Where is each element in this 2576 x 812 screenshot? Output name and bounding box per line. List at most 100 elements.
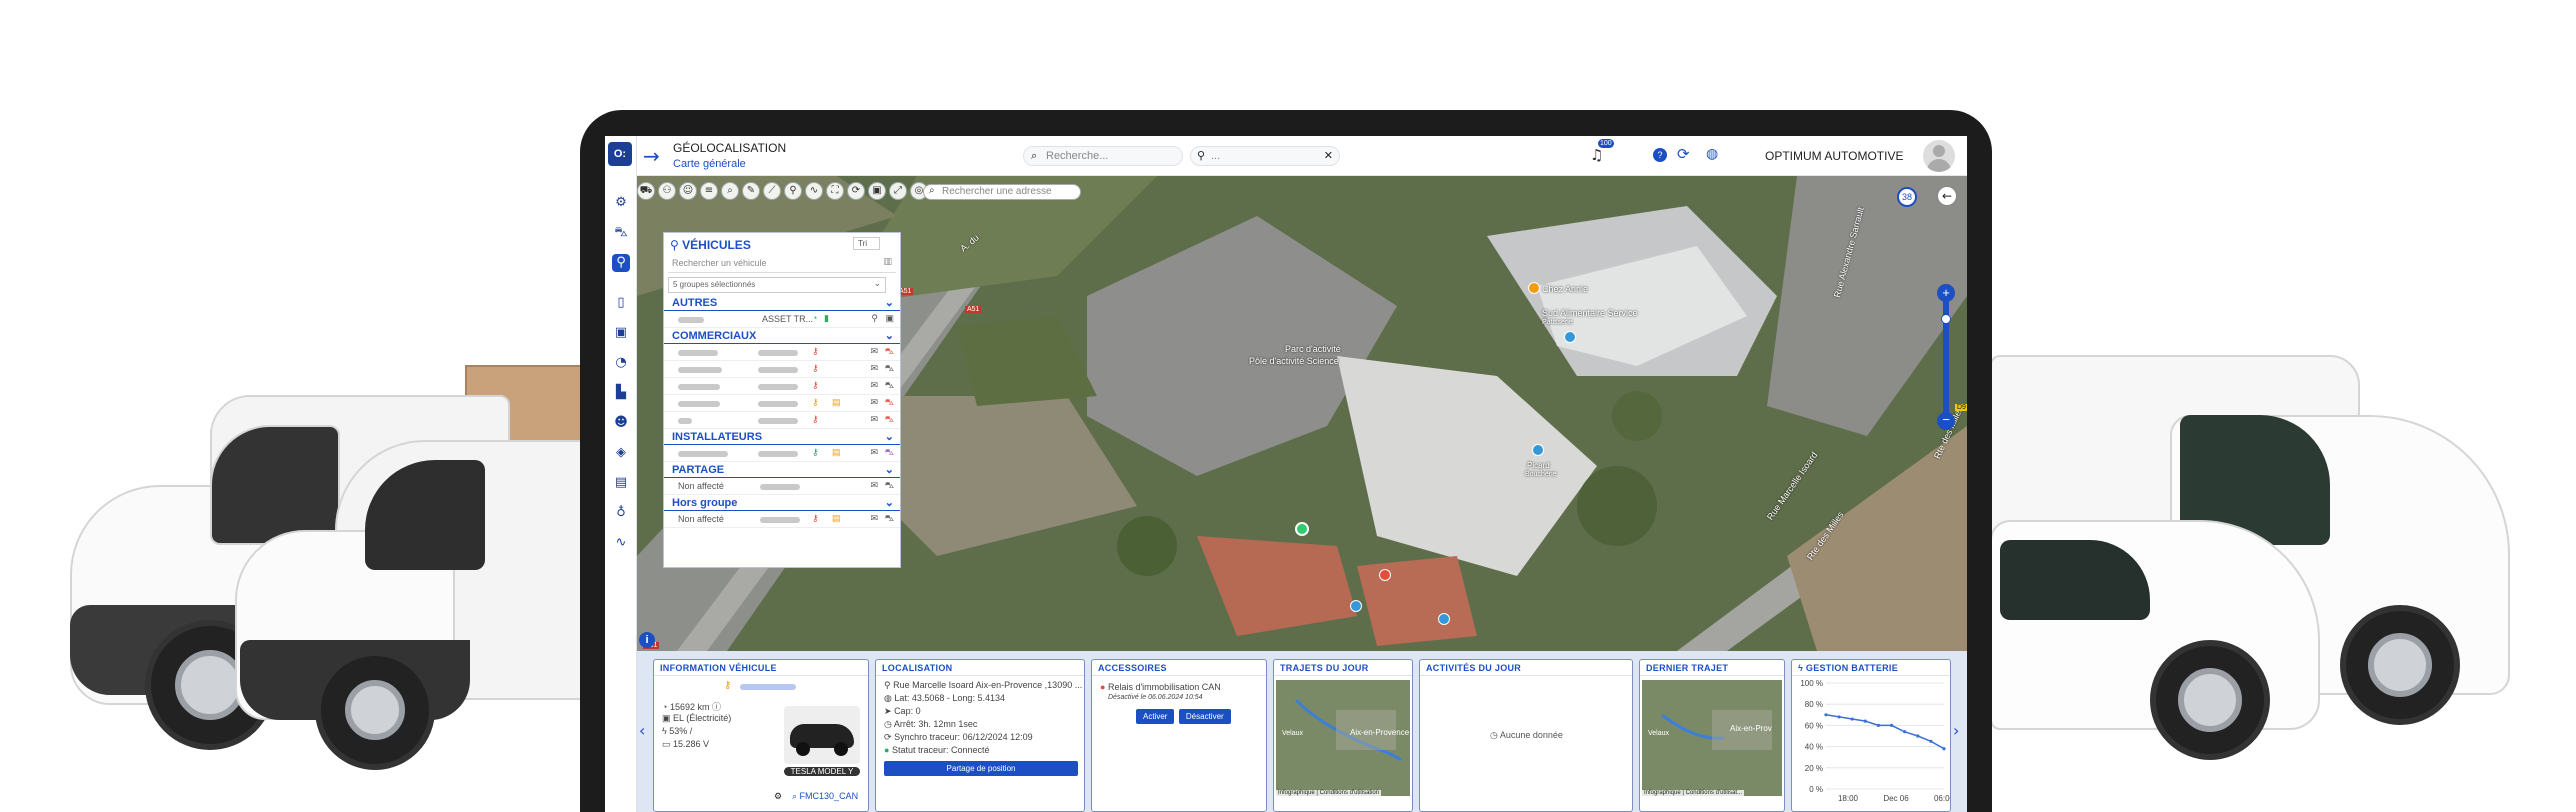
fullscreen-tool-icon[interactable]: ⤢ [889,182,907,200]
back-icon[interactable]: ← [1937,186,1957,206]
mail-icon[interactable]: ✉ [870,397,878,408]
route-tool-icon[interactable]: ∿ [805,182,823,200]
arrow-right-icon[interactable]: → [643,144,660,168]
vehicle-row[interactable]: Non affecté ⚷ ▤ ✉ ⛍ [664,511,900,528]
print-tool-icon[interactable]: ▣ [868,182,886,200]
analytics-icon[interactable]: ∿ [612,534,630,552]
mail-icon[interactable]: ✉ [870,363,878,374]
zoom-handle[interactable] [1941,314,1951,324]
trash-icon[interactable]: ▥ [883,257,892,267]
group-hors-groupe[interactable]: Hors groupe ⌄ [664,495,900,511]
map-marker-shop[interactable] [1564,331,1576,343]
data-point [1863,719,1867,723]
bell-icon[interactable]: ♫ [1590,146,1603,164]
location-input[interactable]: ⚲ ... ✕ [1190,146,1340,166]
mail-icon[interactable]: ✉ [870,414,878,425]
avatar[interactable] [1923,140,1955,172]
car-icon: ⛍ [884,447,894,457]
measure-tool-icon[interactable]: ⟋ [763,182,781,200]
car-icon[interactable]: ⛍ [612,224,630,242]
card-title: ACCESSOIRES [1092,660,1266,676]
close-icon[interactable]: ✕ [1324,149,1333,162]
chart-icon[interactable]: ▙ [612,384,630,402]
settings-icon[interactable]: ⚙ [774,791,782,802]
users-icon[interactable]: ☻ [612,414,630,432]
note-icon[interactable]: ▤ [832,397,841,408]
vehicle-row[interactable]: ⚷ ▤ ✉ ⛍ [664,445,900,462]
clock-icon: ◷ [1490,730,1498,740]
vehicle-row[interactable]: ⚷ ✉ ⛍ [664,344,900,361]
help-icon[interactable]: ? [1653,148,1667,162]
phone-icon[interactable]: ▯ [612,294,630,312]
mail-icon[interactable]: ✉ [870,447,878,458]
vehicle-row[interactable]: Non affecté ✉ ⛍ [664,478,900,495]
sync-tool-icon[interactable]: ⟳ [847,182,865,200]
search-input[interactable]: ⌕ Recherche... [1023,146,1183,166]
mail-icon[interactable]: ✉ [870,480,878,491]
pin-tool-icon[interactable]: ⚲ [784,182,802,200]
box-icon[interactable]: ▣ [885,313,894,324]
tracker-id[interactable]: ⌕ FMC130_CAN [792,791,858,802]
globe-icon[interactable]: ◍ [1706,146,1718,162]
map-marker-picard[interactable] [1532,444,1544,456]
document-icon[interactable]: ▤ [612,474,630,492]
map-pin-icon: ⚲ [884,680,891,690]
address-search-input[interactable]: ⌕ Rechercher une adresse [923,184,1081,200]
activate-button[interactable]: Activer [1136,709,1175,724]
chevron-down-icon: ⌄ [884,497,894,509]
deactivate-button[interactable]: Désactiver [1178,709,1231,724]
last-trip-minimap[interactable]: Aix-en-Prov Velaux Infographique | Condi… [1642,680,1782,796]
vehicle-row[interactable]: ⚷ ✉ ⛍ [664,361,900,378]
vehicle-marker[interactable] [1295,522,1309,536]
map-marker-restaurant[interactable] [1528,282,1540,294]
zoom-slider[interactable] [1943,291,1949,421]
lightbulb-icon[interactable]: ♁ [612,504,630,522]
group-filter-select[interactable]: 5 groupes sélectionnés ⌄ [668,277,886,293]
briefcase-icon[interactable]: ▣ [612,324,630,342]
group-partage[interactable]: PARTAGE ⌄ [664,462,900,478]
card-battery: ϟ GESTION BATTERIE 100 % 80 % 60 % 40 % 20 %… [1791,659,1951,812]
mail-icon[interactable]: ✉ [870,513,878,524]
vehicle-search-input[interactable]: Rechercher un véhicule ▥ [668,255,896,273]
next-arrow[interactable]: › [1953,721,1959,740]
app-logo[interactable]: O: [608,142,632,166]
user-tool-icon[interactable]: ☺ [679,182,697,200]
notification-badge: 100 [1598,139,1614,148]
mail-icon[interactable]: ✉ [870,380,878,391]
vehicle-row[interactable]: ⚷ ▤ ✉ ⛍ [664,395,900,412]
group-commerciaux[interactable]: COMMERCIAUX ⌄ [664,328,900,344]
vehicle-row[interactable]: ASSET TR... ◔ ▮ ⚲ ▣ [664,311,900,328]
group-tool-icon[interactable]: ⚇ [658,182,676,200]
sort-select[interactable]: Tri [852,237,880,250]
zoom-out-button[interactable]: − [1937,412,1955,430]
truck-tool-icon[interactable]: ⛟ [637,182,655,200]
map-marker-building[interactable] [1350,600,1362,612]
search-tool-icon[interactable]: ⌕ [721,182,739,200]
edit-tool-icon[interactable]: ✎ [742,182,760,200]
info-icon[interactable]: ⓘ [712,702,721,712]
pin-icon[interactable]: ⚲ [871,313,878,324]
map-pin-nav-icon[interactable]: ⚲ [612,254,630,272]
zoom-in-button[interactable]: + [1937,284,1955,302]
gauge-icon[interactable]: ◔ [612,354,630,372]
refresh-icon[interactable]: ⟳ [1677,145,1690,163]
vehicle-row[interactable]: ⚷ ✉ ⛍ [664,412,900,429]
trips-minimap[interactable]: Aix-en-Provence Velaux Infographique | C… [1276,680,1410,796]
note-icon[interactable]: ▤ [832,513,841,524]
group-autres[interactable]: AUTRES ⌄ [664,295,900,311]
note-icon[interactable]: ▤ [832,447,841,458]
sidebar: O: ⚙ ⛍ ⚲ ▯ ▣ ◔ ▙ ☻ ◈ ▤ ♁ ∿ [605,136,637,812]
prev-arrow[interactable]: ‹ [639,721,645,740]
poi-tool-icon[interactable]: ⛶ [826,182,844,200]
car-icon: ⛍ [884,397,894,407]
layers-tool-icon[interactable]: ≡ [700,182,718,200]
share-position-button[interactable]: Partage de position [884,761,1078,776]
map-marker-building-2[interactable] [1438,613,1450,625]
map-marker-office[interactable] [1379,569,1391,581]
info-button[interactable]: i [639,632,655,648]
gear-icon[interactable]: ⚙ [612,194,630,212]
group-installateurs[interactable]: INSTALLATEURS ⌄ [664,429,900,445]
shield-icon[interactable]: ◈ [612,444,630,462]
mail-icon[interactable]: ✉ [870,346,878,357]
vehicle-row[interactable]: ⚷ ✉ ⛍ [664,378,900,395]
